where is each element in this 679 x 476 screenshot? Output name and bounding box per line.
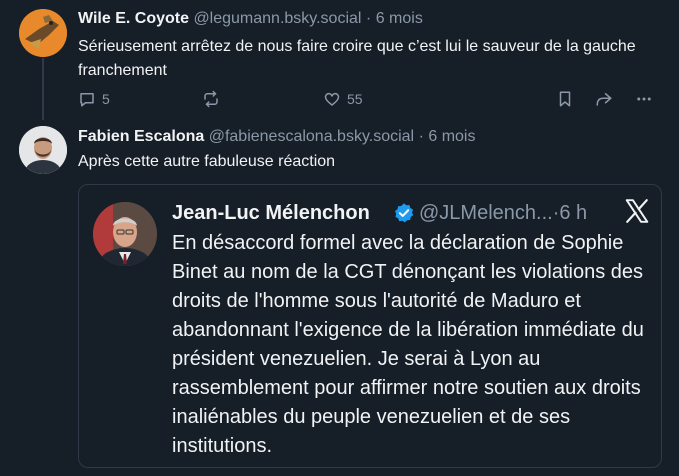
author-handle[interactable]: @legumann.bsky.social [193, 10, 361, 27]
x-logo-icon [625, 199, 649, 223]
post-text: Sérieusement arrêtez de nous faire croir… [78, 38, 636, 79]
like-button[interactable]: 55 [323, 90, 363, 108]
separator: · [365, 10, 372, 27]
embed-text: En désaccord formel avec la déclaration … [172, 232, 644, 457]
embed-avatar [93, 202, 157, 266]
thread-connector-line [42, 58, 44, 120]
bookmark-icon [559, 91, 571, 107]
reply-count: 5 [102, 91, 110, 107]
like-count: 55 [347, 91, 363, 107]
share-button[interactable] [595, 90, 613, 108]
ellipsis-icon [637, 97, 651, 101]
bookmark-button[interactable] [556, 90, 574, 108]
verified-badge-icon [395, 203, 414, 223]
author-name[interactable]: Fabien Escalona [78, 128, 204, 145]
share-arrow-icon [596, 93, 612, 106]
heart-icon [324, 92, 340, 106]
post-header: Fabien Escalona @fabienescalona.bsky.soc… [78, 127, 475, 147]
avatar[interactable] [19, 9, 67, 57]
embedded-post[interactable]: Jean-Luc Mélenchon @JLMelench...·6 h En … [78, 184, 662, 468]
reply-button[interactable]: 5 [78, 90, 110, 108]
more-options-button[interactable] [635, 90, 653, 108]
post-actions: 5 55 [78, 90, 658, 110]
post-time[interactable]: 6 mois [376, 10, 423, 27]
post-time[interactable]: 6 mois [428, 128, 475, 145]
avatar[interactable] [19, 126, 67, 174]
author-handle[interactable]: @fabienescalona.bsky.social [209, 128, 414, 145]
embed-author-name[interactable]: Jean-Luc Mélenchon [172, 199, 370, 227]
post-text: Après cette autre fabuleuse réaction [78, 153, 336, 170]
repost-icon [204, 90, 218, 108]
repost-button[interactable] [202, 90, 220, 108]
post-header: Wile E. Coyote @legumann.bsky.social · 6… [78, 9, 423, 29]
separator: · [418, 128, 424, 145]
reply-icon [80, 93, 94, 107]
embed-handle-time[interactable]: @JLMelench...·6 h [419, 199, 587, 227]
author-name[interactable]: Wile E. Coyote [78, 10, 189, 27]
